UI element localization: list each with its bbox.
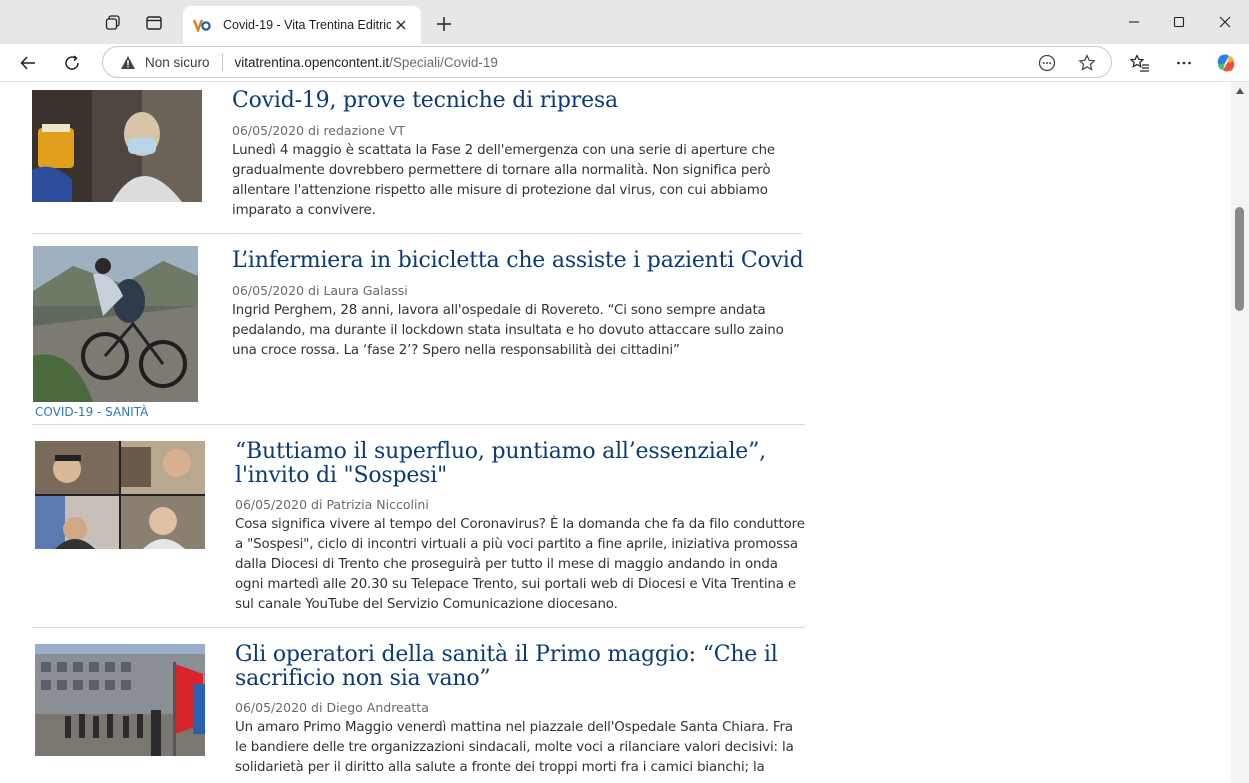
article-divider [32, 627, 805, 628]
new-tab-button[interactable] [430, 10, 458, 38]
site-favicon-icon [193, 16, 211, 34]
article-thumbnail[interactable] [33, 246, 198, 402]
article-divider [32, 233, 802, 234]
star-icon [1078, 54, 1096, 71]
article-meta: 06/05/2020 di Patrizia Niccolini [235, 497, 429, 512]
url-host: vitatrentina.opencontent.it [234, 54, 390, 70]
active-tab[interactable]: Covid-19 - Vita Trentina Editrice [183, 6, 421, 44]
copilot-button[interactable] [1210, 47, 1242, 79]
article-date: 06/05/2020 [232, 283, 305, 298]
maximize-button[interactable] [1157, 6, 1201, 38]
browser-toolbar: Non sicuro vitatrentina.opencontent.it/S… [0, 44, 1249, 82]
article-author[interactable]: Patrizia Niccolini [326, 497, 428, 512]
warning-icon[interactable] [119, 53, 137, 71]
tab-close-button[interactable] [391, 15, 411, 35]
minimize-icon [1129, 21, 1139, 23]
settings-menu-button[interactable] [1168, 47, 1200, 79]
address-separator [221, 53, 223, 71]
article-by: di [311, 497, 323, 512]
back-button[interactable] [12, 47, 44, 79]
article-summary: Un amaro Primo Maggio venerdì mattina ne… [235, 720, 794, 775]
close-window-button[interactable] [1203, 6, 1247, 38]
tab-title: Covid-19 - Vita Trentina Editrice [223, 18, 391, 32]
article-author[interactable]: Diego Andreatta [326, 700, 428, 715]
article-thumbnail[interactable] [35, 441, 205, 549]
article-title[interactable]: L’infermiera in bicicletta che assiste i… [232, 249, 812, 273]
article-by: di [308, 283, 320, 298]
article-title[interactable]: Gli operatori della sanità il Primo magg… [235, 643, 795, 691]
copilot-icon [1217, 54, 1235, 72]
article-thumbnail[interactable] [35, 644, 205, 756]
vertical-tabs-icon [146, 16, 162, 30]
triangle-up-icon [1236, 88, 1244, 94]
more-horizontal-icon [1177, 61, 1191, 65]
url-path: /Speciali/Covid-19 [389, 54, 498, 70]
more-circle-icon [1038, 54, 1056, 72]
article-summary: Cosa significa vivere al tempo del Coron… [235, 517, 805, 612]
workspaces-button[interactable] [97, 8, 129, 38]
article-author[interactable]: redazione VT [323, 123, 405, 138]
close-icon [396, 20, 406, 30]
url-text[interactable]: vitatrentina.opencontent.it/Speciali/Cov… [235, 55, 498, 70]
article-summary: Lunedì 4 maggio è scattata la Fase 2 del… [232, 143, 776, 218]
maximize-icon [1173, 16, 1185, 28]
tab-actions-button[interactable] [138, 8, 170, 38]
article-thumbnail[interactable] [32, 90, 202, 202]
scrollbar-thumb[interactable] [1235, 207, 1244, 311]
article-title[interactable]: “Buttiamo il superfluo, puntiamo all’ess… [235, 440, 795, 488]
favorites-button[interactable] [1124, 47, 1156, 79]
address-bar[interactable]: Non sicuro vitatrentina.opencontent.it/S… [102, 46, 1112, 78]
scroll-up-arrow[interactable] [1235, 86, 1245, 96]
article-meta: 06/05/2020 di Diego Andreatta [235, 700, 429, 715]
refresh-icon [65, 55, 79, 70]
minimize-button[interactable] [1112, 6, 1156, 38]
article-divider [32, 424, 805, 425]
page-scrollbar[interactable] [1231, 82, 1249, 783]
security-status-label[interactable]: Non sicuro [145, 55, 210, 70]
arrow-left-icon [20, 56, 35, 70]
article-author[interactable]: Laura Galassi [323, 283, 407, 298]
article-by: di [311, 700, 323, 715]
close-icon [1219, 16, 1231, 28]
refresh-button[interactable] [56, 47, 88, 79]
article-meta: 06/05/2020 di redazione VT [232, 123, 405, 138]
plus-icon [437, 17, 451, 31]
article-categories[interactable]: COVID-19 - SANITÀ [35, 405, 148, 419]
page-content: Covid-19, prove tecniche di ripresa 06/0… [0, 82, 1231, 783]
article-summary: Ingrid Perghem, 28 anni, lavora all'ospe… [232, 303, 784, 358]
article-by: di [308, 123, 320, 138]
article-date: 06/05/2020 [232, 123, 305, 138]
article-date: 06/05/2020 [235, 497, 308, 512]
favorites-list-icon [1130, 54, 1149, 72]
article-title[interactable]: Covid-19, prove tecniche di ripresa [232, 89, 802, 113]
favorite-button[interactable] [1076, 52, 1098, 74]
tab-strip: Covid-19 - Vita Trentina Editrice [0, 0, 1249, 44]
article-meta: 06/05/2020 di Laura Galassi [232, 283, 408, 298]
workspaces-icon [105, 15, 120, 30]
read-aloud-button[interactable] [1036, 52, 1058, 74]
article-date: 06/05/2020 [235, 700, 308, 715]
